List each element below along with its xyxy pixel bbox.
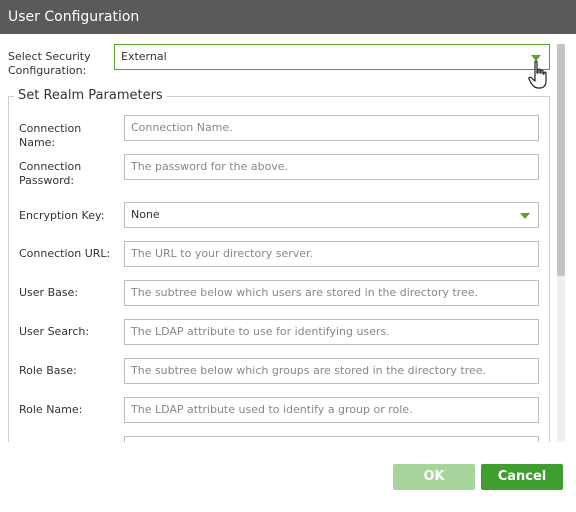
role-name-placeholder: The LDAP attribute used to identify a gr… [131, 403, 413, 416]
connection-password-placeholder: The password for the above. [131, 160, 289, 173]
role-base-placeholder: The subtree below which groups are store… [131, 364, 487, 377]
user-base-placeholder: The subtree below which users are stored… [131, 286, 479, 299]
dialog-content: Select Security Configuration: External … [0, 34, 576, 442]
security-config-select[interactable]: External [114, 44, 550, 70]
role-name-input[interactable]: The LDAP attribute used to identify a gr… [124, 397, 539, 423]
hand-pointer-icon [528, 60, 547, 89]
next-field-input[interactable] [124, 436, 539, 442]
encryption-key-select[interactable]: None [124, 202, 539, 228]
connection-url-label: Connection URL: [19, 247, 111, 260]
connection-url-input[interactable]: The URL to your directory server. [124, 241, 539, 267]
security-config-label: Select Security Configuration: [8, 50, 91, 77]
user-search-label: User Search: [19, 325, 90, 338]
connection-name-input[interactable]: Connection Name. [124, 115, 539, 141]
connection-password-label: Connection Password: [19, 160, 82, 187]
connection-name-placeholder: Connection Name. [131, 121, 233, 134]
user-base-label: User Base: [19, 286, 79, 299]
user-base-input[interactable]: The subtree below which users are stored… [124, 280, 539, 306]
realm-parameters-legend: Set Realm Parameters [14, 88, 167, 103]
scrollbar-thumb[interactable] [557, 44, 565, 276]
role-base-input[interactable]: The subtree below which groups are store… [124, 358, 539, 384]
chevron-down-icon [520, 213, 530, 219]
role-base-label: Role Base: [19, 364, 77, 377]
connection-name-label: Connection Name: [19, 122, 82, 149]
user-search-input[interactable]: The LDAP attribute to use for identifyin… [124, 319, 539, 345]
role-name-label: Role Name: [19, 403, 83, 416]
connection-url-placeholder: The URL to your directory server. [131, 247, 314, 260]
cancel-button[interactable]: Cancel [481, 464, 563, 490]
dialog-title: User Configuration [0, 0, 576, 34]
connection-password-input[interactable]: The password for the above. [124, 154, 539, 180]
user-search-placeholder: The LDAP attribute to use for identifyin… [131, 325, 390, 338]
encryption-key-value: None [131, 208, 160, 221]
security-config-value: External [121, 50, 167, 63]
encryption-key-label: Encryption Key: [19, 209, 105, 222]
ok-button[interactable]: OK [393, 464, 475, 490]
